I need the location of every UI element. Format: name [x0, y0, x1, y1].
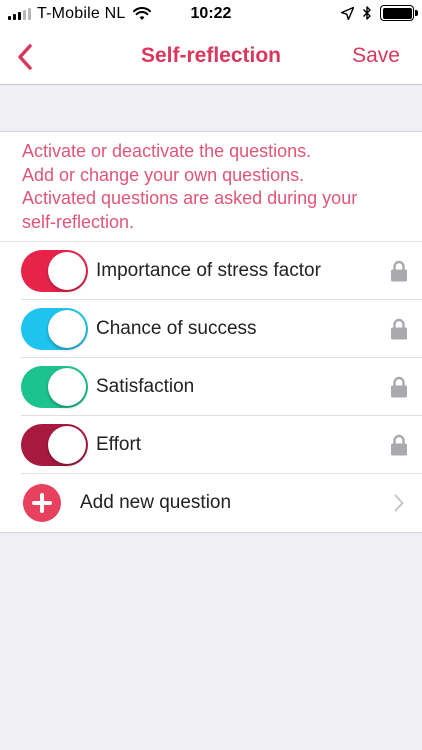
lock-icon: [391, 434, 407, 456]
chevron-right-icon: [394, 494, 404, 512]
question-label: Effort: [96, 433, 142, 455]
toggle-knob: [48, 425, 86, 464]
toggle-knob: [48, 367, 86, 406]
wifi-icon: [133, 7, 152, 20]
info-line: Activated questions are asked during you…: [22, 188, 358, 208]
battery-icon: [380, 5, 418, 21]
lock-icon: [391, 376, 407, 398]
lock-icon: [391, 260, 407, 282]
plus-circle-icon[interactable]: [23, 484, 61, 522]
question-toggle[interactable]: [21, 423, 88, 466]
question-row-chance-of-success: Chance of success: [21, 300, 422, 358]
navigation-bar: Self-reflection Save: [0, 28, 422, 85]
add-question-label: Add new question: [80, 492, 232, 513]
chevron-left-icon: [18, 44, 32, 70]
question-toggle[interactable]: [21, 249, 88, 292]
info-text: Activate or deactivate the questions. Ad…: [0, 132, 422, 242]
question-label: Importance of stress factor: [96, 259, 321, 281]
back-button[interactable]: [10, 40, 40, 74]
question-toggle[interactable]: [21, 307, 88, 350]
carrier-name: T-Mobile NL: [37, 5, 126, 22]
lock-icon: [391, 318, 407, 340]
question-label: Chance of success: [96, 317, 257, 339]
signal-icon: [8, 8, 31, 20]
info-line: Activate or deactivate the questions.: [22, 141, 312, 161]
toggle-knob: [48, 251, 86, 290]
bluetooth-icon: [363, 6, 371, 20]
question-row-effort: Effort: [21, 416, 422, 474]
questions-card: Activate or deactivate the questions. Ad…: [0, 131, 422, 533]
question-toggle[interactable]: [21, 365, 88, 408]
question-label: Satisfaction: [96, 375, 195, 397]
info-line: Add or change your own questions.: [22, 164, 305, 185]
question-row-satisfaction: Satisfaction: [21, 358, 422, 416]
toggle-knob: [48, 309, 86, 348]
add-question-row[interactable]: Add new question: [21, 474, 422, 532]
status-bar: T-Mobile NL 10:22: [0, 0, 422, 28]
save-button[interactable]: Save: [352, 44, 400, 68]
location-arrow-icon: [341, 6, 354, 20]
info-line: self-reflection.: [22, 211, 135, 232]
question-row-importance-of-stress-factor: Importance of stress factor: [21, 242, 422, 300]
